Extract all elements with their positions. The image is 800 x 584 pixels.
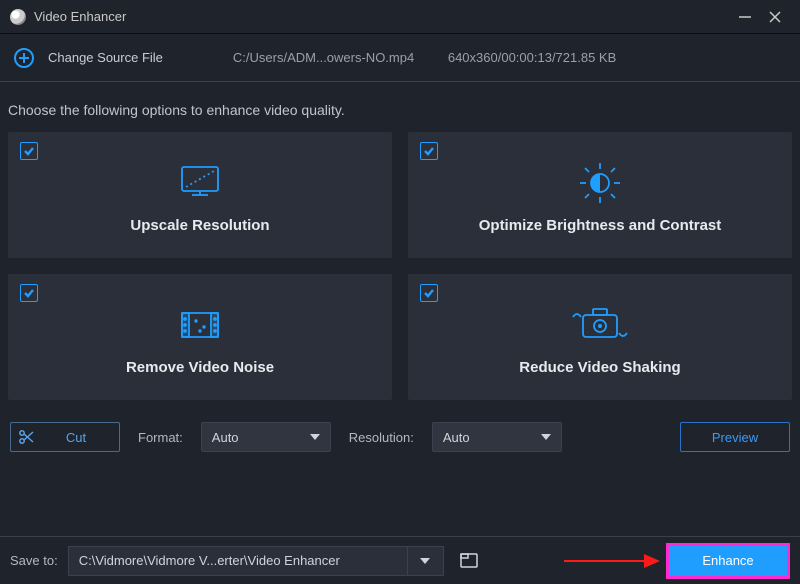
card-remove-noise[interactable]: Remove Video Noise: [8, 274, 392, 400]
bottom-bar: Save to: C:\Vidmore\Vidmore V...erter\Vi…: [0, 536, 800, 584]
app-logo-icon: [10, 9, 26, 25]
controls-row: Cut Format: Auto Resolution: Auto Previe…: [0, 400, 800, 452]
resolution-label: Resolution:: [349, 430, 414, 445]
card-label: Optimize Brightness and Contrast: [479, 217, 722, 234]
close-button[interactable]: [760, 2, 790, 32]
open-folder-button[interactable]: [454, 546, 484, 576]
options-grid: Upscale Resolution Optimize Brightness a…: [0, 132, 800, 400]
source-path: C:/Users/ADM...owers-NO.mp4: [233, 50, 414, 65]
app-title: Video Enhancer: [34, 9, 126, 24]
resolution-value: Auto: [443, 430, 470, 445]
upscale-icon: [172, 157, 228, 209]
title-bar: Video Enhancer: [0, 0, 800, 34]
brightness-icon: [572, 157, 628, 209]
annotation-highlight: Enhance: [666, 543, 790, 579]
preview-label: Preview: [712, 430, 758, 445]
cut-label: Cut: [41, 430, 119, 445]
resolution-select[interactable]: Auto: [432, 422, 562, 452]
save-path-field[interactable]: C:\Vidmore\Vidmore V...erter\Video Enhan…: [68, 546, 408, 576]
card-brightness-contrast[interactable]: Optimize Brightness and Contrast: [408, 132, 792, 258]
checkbox-brightness[interactable]: [420, 142, 438, 160]
save-to-label: Save to:: [10, 553, 58, 568]
card-label: Remove Video Noise: [126, 359, 274, 376]
checkbox-shaking[interactable]: [420, 284, 438, 302]
chevron-down-icon: [310, 430, 320, 445]
card-label: Upscale Resolution: [130, 217, 269, 234]
format-select[interactable]: Auto: [201, 422, 331, 452]
card-label: Reduce Video Shaking: [519, 359, 680, 376]
instructions-text: Choose the following options to enhance …: [0, 82, 800, 132]
source-info: 640x360/00:00:13/721.85 KB: [448, 50, 616, 65]
shaking-icon: [567, 299, 633, 351]
chevron-down-icon: [541, 430, 551, 445]
checkbox-upscale[interactable]: [20, 142, 38, 160]
source-bar: Change Source File C:/Users/ADM...owers-…: [0, 34, 800, 82]
card-reduce-shaking[interactable]: Reduce Video Shaking: [408, 274, 792, 400]
noise-icon: [172, 299, 228, 351]
format-label: Format:: [138, 430, 183, 445]
minimize-button[interactable]: [730, 2, 760, 32]
cut-button[interactable]: Cut: [10, 422, 120, 452]
preview-button[interactable]: Preview: [680, 422, 790, 452]
scissors-icon: [11, 428, 41, 446]
enhance-label: Enhance: [702, 553, 753, 568]
change-source-link[interactable]: Change Source File: [48, 50, 163, 65]
checkbox-noise[interactable]: [20, 284, 38, 302]
save-path-text: C:\Vidmore\Vidmore V...erter\Video Enhan…: [79, 553, 340, 568]
enhance-button[interactable]: Enhance: [669, 546, 787, 576]
source-meta: C:/Users/ADM...owers-NO.mp4 640x360/00:0…: [233, 50, 616, 65]
add-source-button[interactable]: [12, 46, 36, 70]
card-upscale-resolution[interactable]: Upscale Resolution: [8, 132, 392, 258]
save-path-dropdown[interactable]: [408, 546, 444, 576]
format-value: Auto: [212, 430, 239, 445]
annotation-arrow: [564, 554, 660, 568]
